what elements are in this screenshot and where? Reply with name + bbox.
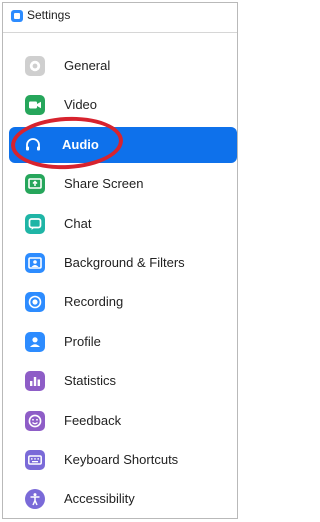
profile-icon bbox=[25, 332, 45, 352]
sidebar-item-audio[interactable]: Audio bbox=[9, 127, 237, 163]
sidebar-item-label: Statistics bbox=[64, 373, 117, 388]
zoom-app-icon bbox=[11, 10, 23, 22]
sidebar-item-video[interactable]: Video bbox=[11, 87, 237, 123]
sidebar-item-chat[interactable]: Chat bbox=[11, 206, 237, 242]
sidebar-item-accessibility[interactable]: Accessibility bbox=[11, 481, 237, 517]
sidebar-item-general[interactable]: General bbox=[11, 48, 237, 84]
sidebar-item-label: Feedback bbox=[64, 413, 122, 428]
share-screen-icon bbox=[25, 174, 45, 194]
sidebar-item-label: Share Screen bbox=[64, 176, 144, 191]
headphones-icon bbox=[23, 135, 43, 155]
record-icon bbox=[25, 292, 45, 312]
sidebar-item-label: General bbox=[64, 58, 111, 73]
keyboard-icon bbox=[25, 450, 45, 470]
window-title: Settings bbox=[27, 8, 71, 22]
sidebar-item-label: Keyboard Shortcuts bbox=[64, 452, 179, 467]
sidebar-item-profile[interactable]: Profile bbox=[11, 324, 237, 360]
accessibility-icon bbox=[25, 489, 45, 509]
gear-icon bbox=[25, 56, 45, 76]
sidebar-item-label: Background & Filters bbox=[64, 255, 185, 270]
sidebar-item-feedback[interactable]: Feedback bbox=[11, 403, 237, 439]
sidebar-item-label: Audio bbox=[62, 137, 99, 152]
sidebar-item-label: Accessibility bbox=[64, 491, 135, 506]
sidebar-item-label: Recording bbox=[64, 294, 124, 309]
background-icon bbox=[25, 253, 45, 273]
sidebar-item-label: Profile bbox=[64, 334, 101, 349]
sidebar-item-recording[interactable]: Recording bbox=[11, 284, 237, 320]
sidebar-item-keyboard-shortcuts[interactable]: Keyboard Shortcuts bbox=[11, 442, 237, 478]
video-camera-icon bbox=[25, 95, 45, 115]
title-bar: Settings bbox=[3, 3, 237, 33]
sidebar-item-statistics[interactable]: Statistics bbox=[11, 363, 237, 399]
sidebar-item-share-screen[interactable]: Share Screen bbox=[11, 166, 237, 202]
smiley-icon bbox=[25, 411, 45, 431]
settings-window: Settings General Video Audio Share Scree… bbox=[2, 2, 238, 519]
bar-chart-icon bbox=[25, 371, 45, 391]
sidebar-item-label: Video bbox=[64, 97, 98, 112]
chat-bubble-icon bbox=[25, 214, 45, 234]
sidebar-item-background-filters[interactable]: Background & Filters bbox=[11, 245, 237, 281]
sidebar-item-label: Chat bbox=[64, 216, 92, 231]
